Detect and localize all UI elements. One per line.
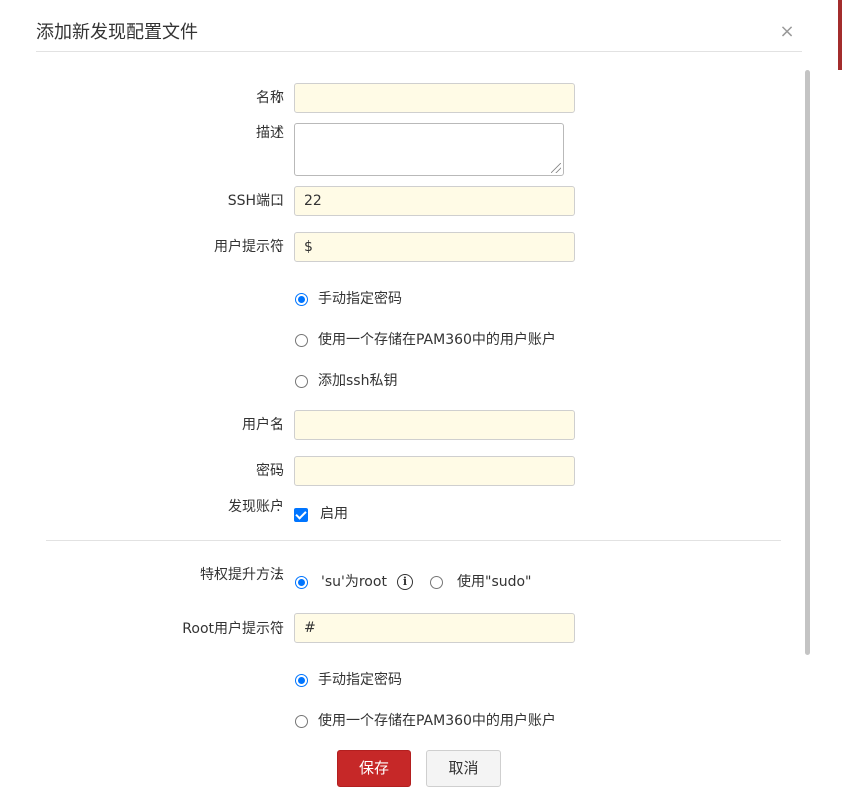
user-prompt-input[interactable]: $	[294, 232, 575, 262]
radio-stored-account[interactable]	[295, 334, 308, 347]
radio-root-manual-password-label[interactable]: 手动指定密码	[318, 670, 402, 690]
colon: :	[276, 417, 281, 433]
radio-root-manual-password[interactable]	[295, 674, 308, 687]
radio-su-root-label[interactable]: 'su'为root	[321, 572, 387, 592]
colon: :	[276, 621, 281, 637]
radio-root-stored-account[interactable]	[295, 715, 308, 728]
enable-label[interactable]: 启用	[320, 504, 348, 524]
username-input[interactable]	[294, 410, 575, 440]
discover-accounts-checkbox[interactable]	[294, 508, 308, 522]
ssh-port-input[interactable]: 22	[294, 186, 575, 216]
colon: :	[276, 193, 281, 209]
section-divider	[46, 540, 781, 541]
user-prompt-label: 用户提示符	[214, 239, 284, 255]
header-divider	[36, 51, 802, 52]
background-edge	[838, 0, 842, 70]
radio-manual-password[interactable]	[295, 293, 308, 306]
colon: :	[276, 499, 281, 515]
radio-ssh-key-label[interactable]: 添加ssh私钥	[318, 371, 397, 391]
radio-manual-password-label[interactable]: 手动指定密码	[318, 289, 402, 309]
root-prompt-label: Root用户提示符	[182, 621, 284, 637]
info-icon[interactable]: i	[397, 574, 413, 590]
radio-root-stored-account-label[interactable]: 使用一个存储在PAM360中的用户账户	[318, 711, 556, 731]
password-input[interactable]	[294, 456, 575, 486]
cancel-button[interactable]: 取消	[426, 750, 501, 787]
colon: :	[276, 125, 281, 141]
radio-stored-account-label[interactable]: 使用一个存储在PAM360中的用户账户	[318, 330, 556, 350]
colon: :	[276, 463, 281, 479]
colon: :	[276, 90, 281, 106]
close-icon[interactable]: ×	[778, 20, 796, 44]
radio-sudo-label[interactable]: 使用"sudo"	[457, 572, 532, 592]
colon: :	[276, 239, 281, 255]
add-discovery-profile-dialog: 添加新发现配置文件 × 名称 : 描述 : SSH端口 : 22 用户提示符 :…	[0, 0, 842, 808]
root-prompt-input[interactable]: #	[294, 613, 575, 643]
name-input[interactable]	[294, 83, 575, 113]
save-button[interactable]: 保存	[337, 750, 411, 787]
dialog-title: 添加新发现配置文件	[36, 22, 198, 43]
scrollbar[interactable]	[805, 70, 810, 655]
radio-ssh-key[interactable]	[295, 375, 308, 388]
colon: :	[276, 567, 281, 583]
privilege-method-label: 特权提升方法	[200, 567, 284, 583]
description-textarea[interactable]	[294, 123, 564, 176]
radio-sudo[interactable]	[430, 576, 443, 589]
resize-grip-icon[interactable]	[551, 163, 561, 173]
radio-su-root[interactable]	[295, 576, 308, 589]
